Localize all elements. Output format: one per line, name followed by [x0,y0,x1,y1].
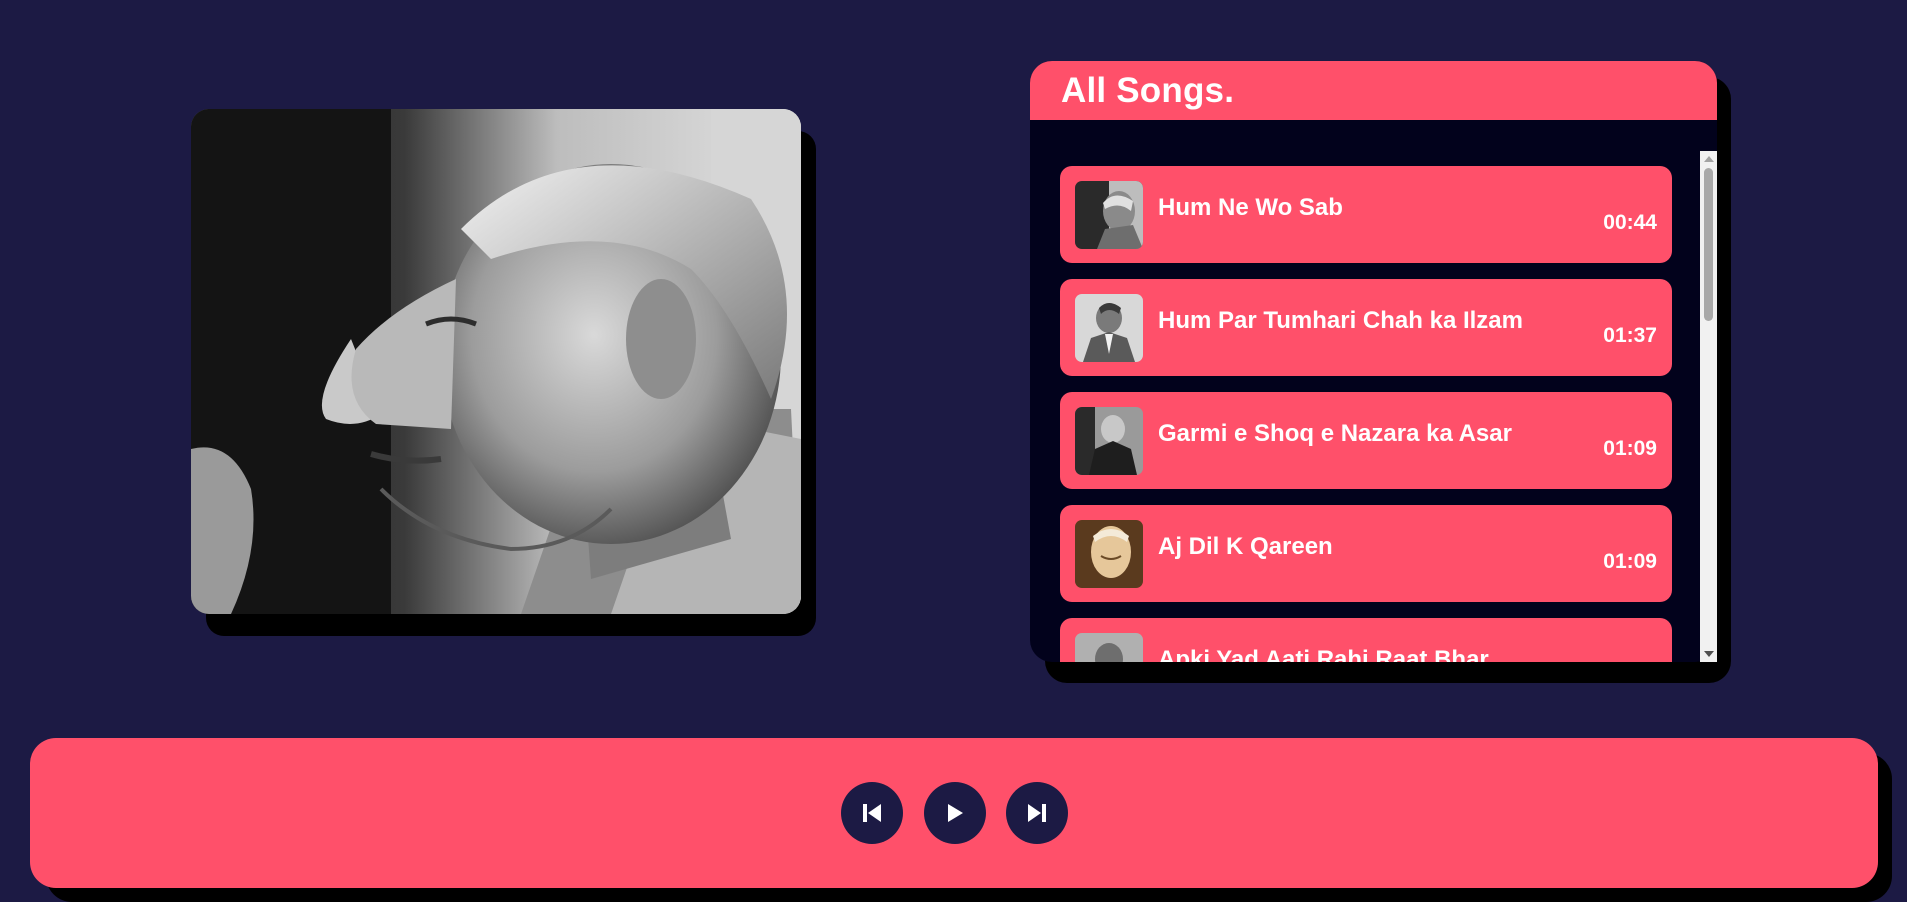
song-item[interactable]: Hum Par Tumhari Chah ka Ilzam 01:37 [1060,279,1672,376]
playlist-panel: All Songs. Hum Ne Wo Sab 00:44 Hum Par T… [1030,61,1717,662]
playlist-header: All Songs. [1030,61,1717,120]
now-playing-artwork [191,109,801,614]
music-player-app: All Songs. Hum Ne Wo Sab 00:44 Hum Par T… [0,0,1907,902]
song-duration: 01:09 [1603,437,1657,460]
song-title: Apki Yad Aati Rahi Raat Bhar [1158,645,1489,663]
song-item[interactable]: Garmi e Shoq e Nazara ka Asar 01:09 [1060,392,1672,489]
skip-back-icon [863,804,881,822]
previous-button[interactable] [841,782,903,844]
now-playing-artwork-container [191,109,816,636]
song-title: Hum Ne Wo Sab [1158,193,1343,221]
song-thumbnail [1075,293,1143,362]
song-list-viewport[interactable]: Hum Ne Wo Sab 00:44 Hum Par Tumhari Chah… [1030,151,1717,662]
song-item[interactable]: Apki Yad Aati Rahi Raat Bhar [1060,618,1672,662]
song-title: Hum Par Tumhari Chah ka Ilzam [1158,306,1523,334]
skip-forward-icon [1028,804,1046,822]
play-icon [948,804,963,822]
song-item[interactable]: Aj Dil K Qareen 01:09 [1060,505,1672,602]
scrollbar-thumb[interactable] [1704,168,1713,321]
song-thumbnail [1075,180,1143,249]
song-duration: 01:37 [1603,324,1657,347]
song-list-scrollbar[interactable] [1700,151,1717,662]
player-control-bar [30,738,1878,888]
play-button[interactable] [924,782,986,844]
song-thumbnail [1075,632,1143,662]
song-thumbnail [1075,406,1143,475]
song-item[interactable]: Hum Ne Wo Sab 00:44 [1060,166,1672,263]
playlist-title: All Songs. [1061,70,1235,110]
song-list: Hum Ne Wo Sab 00:44 Hum Par Tumhari Chah… [1060,151,1672,662]
song-title: Garmi e Shoq e Nazara ka Asar [1158,419,1512,447]
song-duration: 00:44 [1603,211,1657,234]
song-thumbnail [1075,519,1143,588]
next-button[interactable] [1006,782,1068,844]
song-title: Aj Dil K Qareen [1158,532,1333,560]
scroll-down-arrow-icon[interactable] [1704,651,1714,657]
song-duration: 01:09 [1603,550,1657,573]
scroll-up-arrow-icon[interactable] [1704,156,1714,162]
